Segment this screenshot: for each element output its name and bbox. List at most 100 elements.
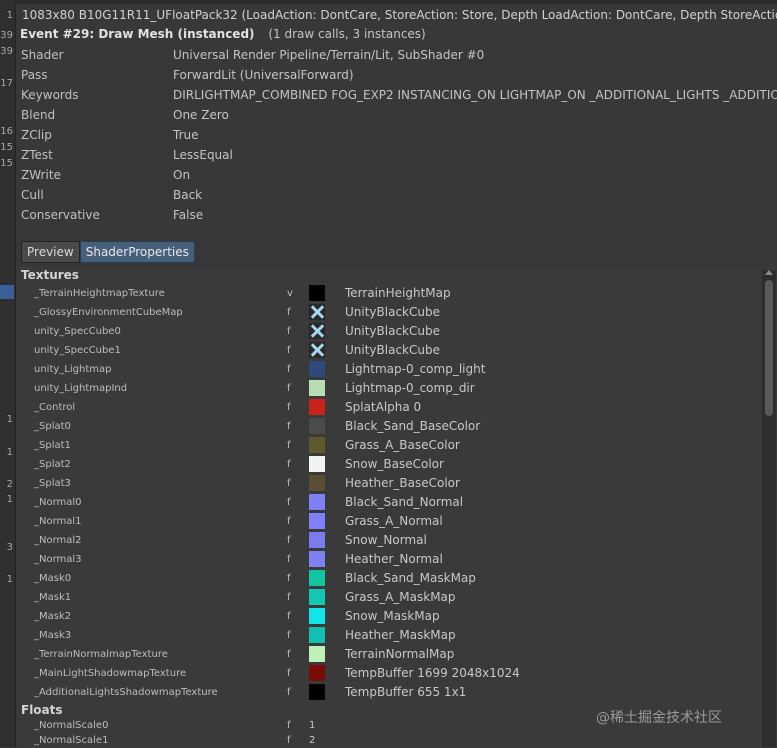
texture-stage-flag: v bbox=[287, 288, 293, 299]
texture-stage-flag: f bbox=[287, 497, 291, 508]
texture-name: TerrainNormalMap bbox=[345, 647, 455, 661]
texture-row[interactable]: unity_Lightmap f Lightmap-0_comp_light bbox=[17, 360, 762, 379]
texture-thumbnail[interactable] bbox=[309, 570, 325, 586]
gutter-number: 15 bbox=[0, 158, 13, 169]
texture-row[interactable]: _AdditionalLightsShadowmapTexture f TempBu… bbox=[17, 683, 762, 702]
texture-row[interactable]: _Mask2 f Snow_MaskMap bbox=[17, 607, 762, 626]
cubemap-thumbnail-icon[interactable] bbox=[309, 342, 325, 358]
texture-row[interactable]: _Splat3 f Heather_BaseColor bbox=[17, 474, 762, 493]
texture-row[interactable]: _MainLightShadowmapTexture f TempBuffer 16… bbox=[17, 664, 762, 683]
texture-property-name: _TerrainNormalmapTexture bbox=[34, 649, 168, 660]
texture-property-name: _Mask1 bbox=[34, 592, 72, 603]
texture-stage-flag: f bbox=[287, 478, 291, 489]
texture-row[interactable]: _Splat0 f Black_Sand_BaseColor bbox=[17, 417, 762, 436]
texture-property-name: unity_LightmapInd bbox=[34, 383, 128, 394]
texture-row[interactable]: _TerrainNormalmapTexture f TerrainNormalMa… bbox=[17, 645, 762, 664]
texture-property-name: _Mask2 bbox=[34, 611, 72, 622]
float-value: 1 bbox=[309, 720, 316, 731]
texture-thumbnail[interactable] bbox=[309, 608, 325, 624]
texture-name: UnityBlackCube bbox=[345, 324, 440, 338]
texture-thumbnail[interactable] bbox=[309, 437, 325, 453]
texture-row[interactable]: _Mask1 f Grass_A_MaskMap bbox=[17, 588, 762, 607]
line-number-gutter: 1 39 39 17 16 15 15 1 1 2 1 3 1 bbox=[0, 0, 16, 747]
texture-name: Heather_BaseColor bbox=[345, 476, 460, 490]
gutter-number: 1 bbox=[6, 494, 13, 505]
texture-thumbnail[interactable] bbox=[309, 646, 325, 662]
tab-shader-properties[interactable]: ShaderProperties bbox=[79, 241, 195, 263]
property-key: Cull bbox=[21, 188, 44, 202]
texture-row[interactable]: _Normal3 f Heather_Normal bbox=[17, 550, 762, 569]
texture-thumbnail[interactable] bbox=[309, 380, 325, 396]
event-draw-calls: (1 draw calls, 3 instances) bbox=[268, 27, 426, 41]
texture-thumbnail[interactable] bbox=[309, 684, 325, 700]
event-header: Event #29: Draw Mesh (instanced) (1 draw… bbox=[20, 27, 426, 43]
scroll-up-arrow-icon[interactable] bbox=[765, 270, 773, 275]
texture-thumbnail[interactable] bbox=[309, 627, 325, 643]
watermark: @稀土掘金技术社区 bbox=[596, 710, 722, 726]
texture-row[interactable]: _Normal2 f Snow_Normal bbox=[17, 531, 762, 550]
texture-name: Grass_A_MaskMap bbox=[345, 590, 456, 604]
texture-thumbnail[interactable] bbox=[309, 494, 325, 510]
gutter-number: 16 bbox=[0, 126, 13, 137]
property-value: True bbox=[173, 128, 199, 142]
texture-property-name: _Splat3 bbox=[34, 478, 71, 489]
texture-row[interactable]: _Mask0 f Black_Sand_MaskMap bbox=[17, 569, 762, 588]
texture-row[interactable]: _Splat2 f Snow_BaseColor bbox=[17, 455, 762, 474]
texture-name: Heather_MaskMap bbox=[345, 628, 456, 642]
texture-stage-flag: f bbox=[287, 516, 291, 527]
vertical-scrollbar[interactable] bbox=[762, 270, 776, 747]
texture-row[interactable]: _Splat1 f Grass_A_BaseColor bbox=[17, 436, 762, 455]
cubemap-thumbnail-icon[interactable] bbox=[309, 304, 325, 320]
property-key: Blend bbox=[21, 108, 56, 122]
texture-stage-flag: f bbox=[287, 649, 291, 660]
texture-row[interactable]: unity_SpecCube0 f UnityBlackCube bbox=[17, 322, 762, 341]
texture-name: Snow_MaskMap bbox=[345, 609, 440, 623]
texture-row[interactable]: _GlossyEnvironmentCubeMap f UnityBlackCube bbox=[17, 303, 762, 322]
float-row[interactable]: _NormalScale1 f 2 bbox=[17, 733, 762, 748]
texture-thumbnail[interactable] bbox=[309, 418, 325, 434]
texture-thumbnail[interactable] bbox=[309, 532, 325, 548]
gutter-number: 17 bbox=[0, 78, 13, 89]
property-value: DIRLIGHTMAP_COMBINED FOG_EXP2 INSTANCING… bbox=[173, 88, 777, 102]
event-title: Event #29: Draw Mesh (instanced) bbox=[20, 27, 255, 41]
texture-row[interactable]: unity_LightmapInd f Lightmap-0_comp_dir bbox=[17, 379, 762, 398]
scrollbar-thumb[interactable] bbox=[765, 280, 773, 416]
floats-heading: Floats bbox=[21, 703, 63, 717]
texture-thumbnail[interactable] bbox=[309, 589, 325, 605]
texture-thumbnail[interactable] bbox=[309, 665, 325, 681]
texture-stage-flag: f bbox=[287, 630, 291, 641]
texture-stage-flag: f bbox=[287, 402, 291, 413]
texture-property-name: unity_Lightmap bbox=[34, 364, 112, 375]
texture-stage-flag: f bbox=[287, 592, 291, 603]
property-value: Universal Render Pipeline/Terrain/Lit, S… bbox=[173, 48, 485, 62]
texture-thumbnail[interactable] bbox=[309, 399, 325, 415]
texture-thumbnail[interactable] bbox=[309, 285, 325, 301]
gutter-number: 39 bbox=[0, 46, 13, 57]
texture-row[interactable]: _Control f SplatAlpha 0 bbox=[17, 398, 762, 417]
texture-thumbnail[interactable] bbox=[309, 551, 325, 567]
texture-row[interactable]: _Normal1 f Grass_A_Normal bbox=[17, 512, 762, 531]
texture-stage-flag: f bbox=[287, 345, 291, 356]
texture-thumbnail[interactable] bbox=[309, 513, 325, 529]
texture-stage-flag: f bbox=[287, 687, 291, 698]
float-value: 2 bbox=[309, 735, 316, 746]
texture-stage-flag: f bbox=[287, 535, 291, 546]
texture-row[interactable]: _Normal0 f Black_Sand_Normal bbox=[17, 493, 762, 512]
gutter-number: 1 bbox=[6, 414, 13, 425]
property-value: Back bbox=[173, 188, 203, 202]
texture-row[interactable]: _TerrainHeightmapTexture v TerrainHeightMa… bbox=[17, 284, 762, 303]
texture-thumbnail[interactable] bbox=[309, 361, 325, 377]
gutter-number: 1 bbox=[6, 447, 13, 458]
texture-thumbnail[interactable] bbox=[309, 456, 325, 472]
texture-property-name: _Splat0 bbox=[34, 421, 71, 432]
detail-tabs: Preview ShaderProperties bbox=[21, 241, 195, 263]
texture-thumbnail[interactable] bbox=[309, 475, 325, 491]
texture-row[interactable]: unity_SpecCube1 f UnityBlackCube bbox=[17, 341, 762, 360]
property-value: ForwardLit (UniversalForward) bbox=[173, 68, 354, 82]
texture-name: Black_Sand_BaseColor bbox=[345, 419, 481, 433]
cubemap-thumbnail-icon[interactable] bbox=[309, 323, 325, 339]
texture-property-name: _GlossyEnvironmentCubeMap bbox=[34, 307, 183, 318]
tab-preview[interactable]: Preview bbox=[21, 241, 80, 263]
texture-row[interactable]: _Mask3 f Heather_MaskMap bbox=[17, 626, 762, 645]
texture-name: SplatAlpha 0 bbox=[345, 400, 422, 414]
